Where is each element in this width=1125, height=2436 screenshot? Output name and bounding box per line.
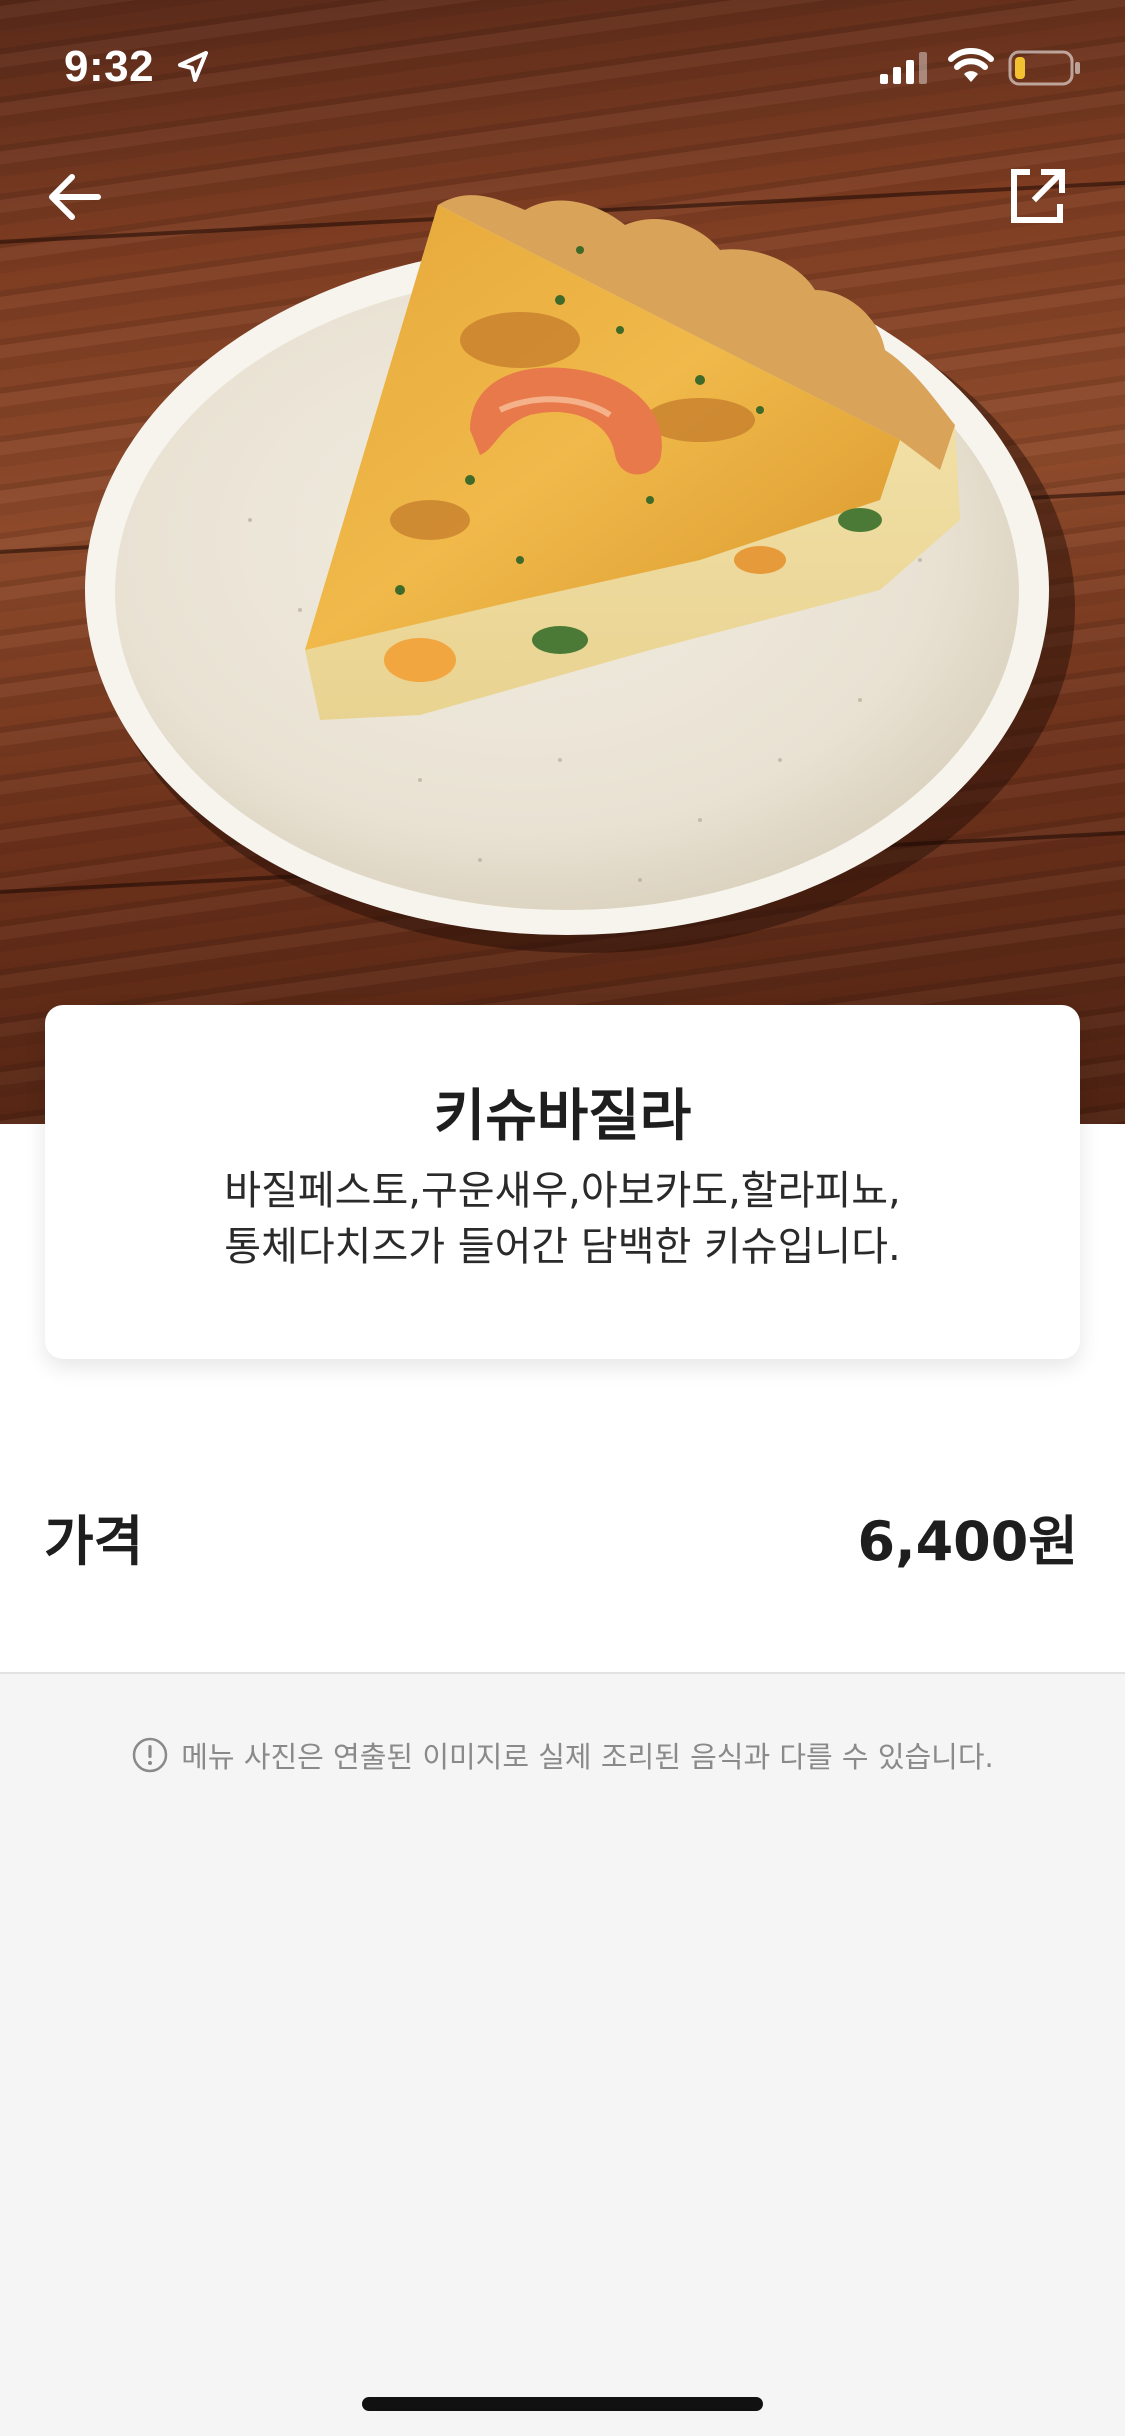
back-button[interactable]: [40, 160, 130, 240]
price-value: 6,400원: [857, 1510, 1079, 1573]
photo-disclaimer: 메뉴 사진은 연출된 이미지로 실제 조리된 음식과 다를 수 있습니다.: [0, 1734, 1125, 1782]
disclaimer-text: 메뉴 사진은 연출된 이미지로 실제 조리된 음식과 다를 수 있습니다.: [181, 1740, 994, 1774]
exclamation-circle-icon: [132, 1737, 168, 1773]
status-time: 9:32: [64, 42, 155, 91]
location-arrow-icon: [178, 51, 208, 82]
product-hero-image: [0, 0, 1125, 1124]
menu-description: 바질페스토,구운새우,아보카도,할라피뇨, 통체다치즈가 들어간 담백한 키슈입…: [105, 1163, 1020, 1275]
cellular-signal-icon: [880, 52, 927, 84]
share-button[interactable]: [1000, 160, 1090, 240]
battery-low-icon: [1008, 50, 1080, 86]
menu-description-line: 바질페스토,구운새우,아보카도,할라피뇨,: [224, 1168, 901, 1214]
share-external-icon: [1011, 169, 1065, 223]
menu-info-card: 키슈바질라 바질페스토,구운새우,아보카도,할라피뇨, 통체다치즈가 들어간 담…: [45, 1005, 1080, 1359]
home-indicator[interactable]: [362, 2397, 763, 2411]
status-bar: 9:32: [0, 0, 1125, 132]
menu-title: 키슈바질라: [433, 1084, 692, 1149]
arrow-left-icon: [49, 174, 101, 220]
menu-detail-screen: 9:32 키슈바질라 바질페스토,구운새우,아보카도,할라피뇨, 통체다치즈가 …: [0, 0, 1125, 2436]
price-label: 가격: [44, 1510, 144, 1573]
wifi-icon: [948, 48, 994, 82]
menu-description-line: 통체다치즈가 들어간 담백한 키슈입니다.: [224, 1224, 901, 1270]
quiche-plate-illustration: [85, 195, 1075, 953]
